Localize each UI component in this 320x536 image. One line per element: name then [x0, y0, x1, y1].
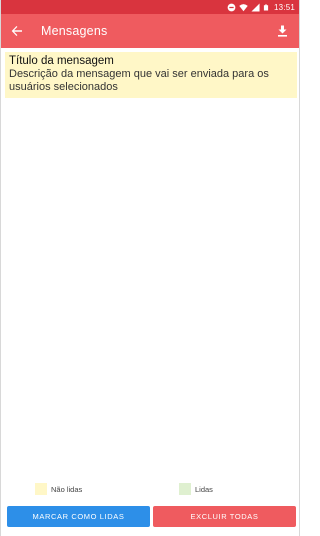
message-description: Descrição da mensagem que vai ser enviad…	[9, 68, 269, 93]
status-time: 13:51	[273, 2, 295, 12]
legend: Não lidas Lidas	[1, 483, 299, 499]
legend-read-label: Lidas	[195, 484, 213, 494]
read-swatch	[179, 483, 191, 495]
delete-all-button[interactable]: EXCLUIR TODAS	[153, 506, 296, 527]
page-title: Mensagens	[41, 24, 108, 38]
messages-screen: 13:51 Mensagens Título da mensagem Descr…	[0, 0, 300, 536]
legend-unread: Não lidas	[35, 483, 82, 495]
mark-all-read-button[interactable]: MARCAR COMO LIDAS	[7, 506, 150, 527]
download-button[interactable]	[265, 14, 299, 48]
arrow-left-icon	[11, 26, 22, 36]
signal-icon	[251, 2, 260, 12]
app-bar: Mensagens	[1, 14, 299, 48]
legend-read: Lidas	[179, 483, 213, 495]
minus-circle-icon	[227, 3, 236, 11]
legend-unread-label: Não lidas	[51, 484, 83, 494]
message-item[interactable]: Título da mensagem Descrição da mensagem…	[5, 52, 297, 98]
wifi-icon	[239, 3, 248, 11]
battery-icon	[263, 4, 269, 10]
unread-swatch	[35, 483, 47, 495]
message-title: Título da mensagem	[9, 55, 114, 67]
back-button[interactable]	[1, 14, 33, 48]
download-icon	[277, 25, 287, 37]
status-bar: 13:51	[1, 0, 299, 14]
